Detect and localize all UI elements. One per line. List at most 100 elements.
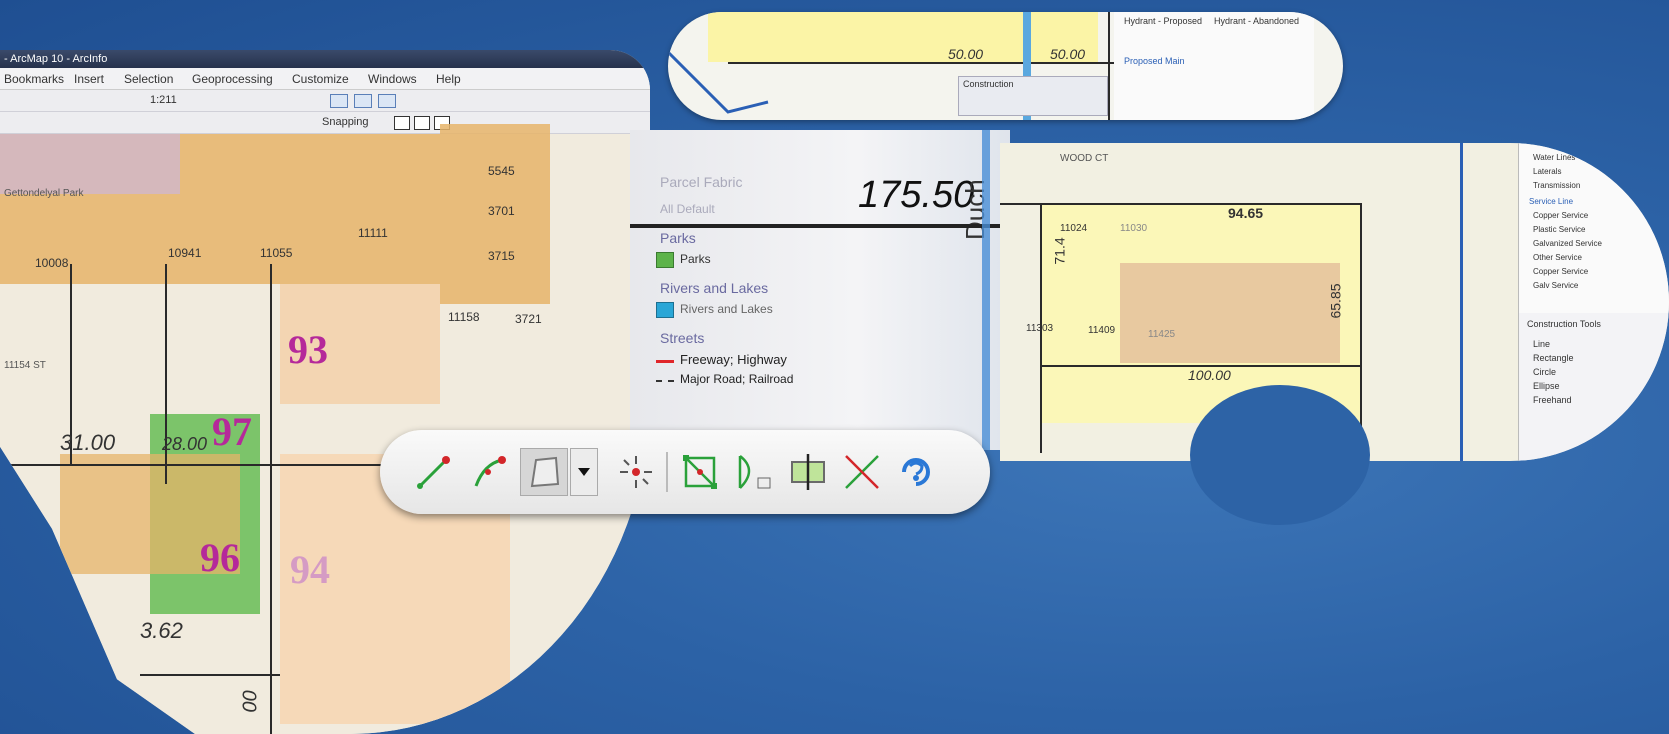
parcel-number: 5545 — [488, 164, 515, 178]
legend-item: Plastic Service — [1533, 225, 1586, 234]
dimension-label: 31.00 — [60, 430, 116, 455]
legend-heading-streets: Streets — [660, 330, 705, 346]
legend-heading-parks: Parks — [660, 230, 696, 246]
blob-cutout — [1190, 385, 1370, 525]
faded-item: All Default — [660, 202, 715, 216]
parcel-number: 11111 — [358, 226, 388, 240]
parcel-number: 3701 — [488, 204, 515, 218]
parcel-number: 11030 — [1120, 223, 1148, 234]
big-dimension-label: 175.50 — [858, 174, 975, 216]
menu-selection[interactable]: Selection — [124, 72, 173, 86]
dimension-label: 100.00 — [1188, 367, 1231, 383]
legend-item-rivers: Rivers and Lakes — [680, 302, 773, 316]
zoom-out-icon[interactable] — [354, 94, 372, 108]
reshape-icon[interactable] — [730, 448, 778, 496]
construction-tool-item[interactable]: Rectangle — [1533, 353, 1574, 363]
construction-tool-item[interactable]: Line — [1533, 339, 1550, 349]
construction-tool-item[interactable]: Circle — [1533, 367, 1556, 377]
snapping-toolbar: Snapping — [0, 112, 650, 134]
parcel-line — [630, 224, 1010, 228]
edit-vertices-icon[interactable] — [676, 448, 724, 496]
legend-item: Transmission — [1533, 181, 1581, 190]
end-snap-icon[interactable] — [414, 116, 430, 130]
rivers-swatch — [656, 302, 674, 318]
menu-bar: Bookmarks Insert Selection Geoprocessing… — [0, 68, 650, 90]
parcel-line — [1360, 203, 1362, 453]
lot-label: 94 — [290, 547, 330, 592]
legend-item: Copper Service — [1533, 267, 1589, 276]
dimension-label: 50.00 — [1050, 46, 1086, 62]
blue-street-line — [668, 50, 769, 114]
construction-tools-panel: Construction Tools Line Rectangle Circle… — [1518, 313, 1669, 461]
dimension-label: 00 — [239, 690, 262, 713]
parks-swatch — [656, 252, 674, 268]
menu-bookmarks[interactable]: Bookmarks — [4, 72, 64, 86]
dimension-label: 50.00 — [948, 46, 984, 62]
parcel-block-purple — [0, 134, 180, 194]
point-at-end-icon[interactable] — [612, 448, 660, 496]
park-label: Gettondelyal Park — [4, 188, 84, 199]
straight-segment-icon[interactable] — [410, 448, 458, 496]
parcel-line — [1108, 12, 1110, 120]
menu-geoprocessing[interactable]: Geoprocessing — [192, 72, 273, 86]
construction-snip: Construction — [958, 76, 1108, 116]
lot-label: 93 — [288, 327, 328, 372]
legend-item-freeway: Freeway; Highway — [680, 352, 787, 367]
help-icon[interactable] — [892, 448, 940, 496]
parcel-number: 10008 — [35, 256, 69, 270]
parcel-number: 3715 — [488, 249, 515, 263]
faded-header: Parcel Fabric — [660, 174, 743, 190]
legend-item: Galv Service — [1533, 281, 1579, 290]
construction-tools-title: Construction Tools — [1527, 319, 1601, 329]
dropdown-arrow-icon[interactable] — [570, 448, 598, 496]
parcel-number: 10941 — [168, 246, 202, 260]
menu-insert[interactable]: Insert — [74, 72, 104, 86]
parcel-number: 11425 — [1148, 329, 1176, 340]
dimension-label: 71.4 — [1051, 237, 1068, 265]
standard-toolbar: 1:211 — [0, 90, 650, 112]
construction-tool-item[interactable]: Freehand — [1533, 395, 1572, 405]
building-footprint — [1120, 263, 1340, 363]
legend-item: Galvanized Service — [1533, 239, 1602, 248]
window-title-bar: - ArcMap 10 - ArcInfo — [0, 50, 650, 68]
legend-item-major-road: Major Road; Railroad — [680, 372, 794, 386]
cut-polygon-icon[interactable] — [784, 448, 832, 496]
arc-segment-icon[interactable] — [466, 448, 514, 496]
parcel-number: 11303 — [1026, 323, 1054, 334]
parcel-number: 11055 — [260, 246, 293, 260]
legend-item: Hydrant - Abandoned — [1214, 16, 1300, 26]
menu-help[interactable]: Help — [436, 72, 461, 86]
parcel-line — [270, 264, 272, 734]
map-scale[interactable]: 1:211 — [150, 94, 177, 106]
legend-item: Laterals — [1533, 167, 1562, 176]
street-label: WOOD CT — [1060, 153, 1109, 164]
street-label: 11154 ST — [4, 360, 46, 371]
dimension-label: 94.65 — [1228, 205, 1264, 221]
menu-windows[interactable]: Windows — [368, 72, 417, 86]
construction-tool-item[interactable]: Ellipse — [1533, 381, 1560, 391]
window-title: - ArcMap 10 - ArcInfo — [4, 53, 108, 65]
dimension-label: 3.62 — [140, 618, 183, 643]
parcel-number: 11024 — [1060, 223, 1088, 234]
water-line — [1460, 143, 1463, 461]
legend-snippet: Hydrant - Proposed Hydrant - Abandoned P… — [1114, 12, 1314, 120]
polygon-icon[interactable] — [520, 448, 568, 496]
river-line — [982, 130, 990, 450]
legend-heading-rivers: Rivers and Lakes — [660, 280, 769, 296]
dimension-label: 65.85 — [1327, 283, 1344, 319]
parcel-number: 3721 — [515, 312, 542, 326]
lot-label: 96 — [200, 535, 240, 580]
zoom-in-icon[interactable] — [330, 94, 348, 108]
dimension-label: 28.00 — [162, 434, 208, 454]
utility-legend: Water Lines Laterals Transmission Servic… — [1518, 143, 1669, 313]
legend-item: Hydrant - Proposed — [1124, 16, 1203, 26]
split-icon[interactable] — [838, 448, 886, 496]
legend-heading: Service Line — [1529, 197, 1574, 206]
menu-customize[interactable]: Customize — [292, 72, 349, 86]
full-extent-icon[interactable] — [378, 94, 396, 108]
point-snap-icon[interactable] — [394, 116, 410, 130]
legend-item: Other Service — [1533, 253, 1582, 262]
arcmap-window-blob: - ArcMap 10 - ArcInfo Bookmarks Insert S… — [0, 50, 650, 734]
freeway-swatch — [656, 360, 674, 363]
snapping-label[interactable]: Snapping — [322, 116, 369, 128]
